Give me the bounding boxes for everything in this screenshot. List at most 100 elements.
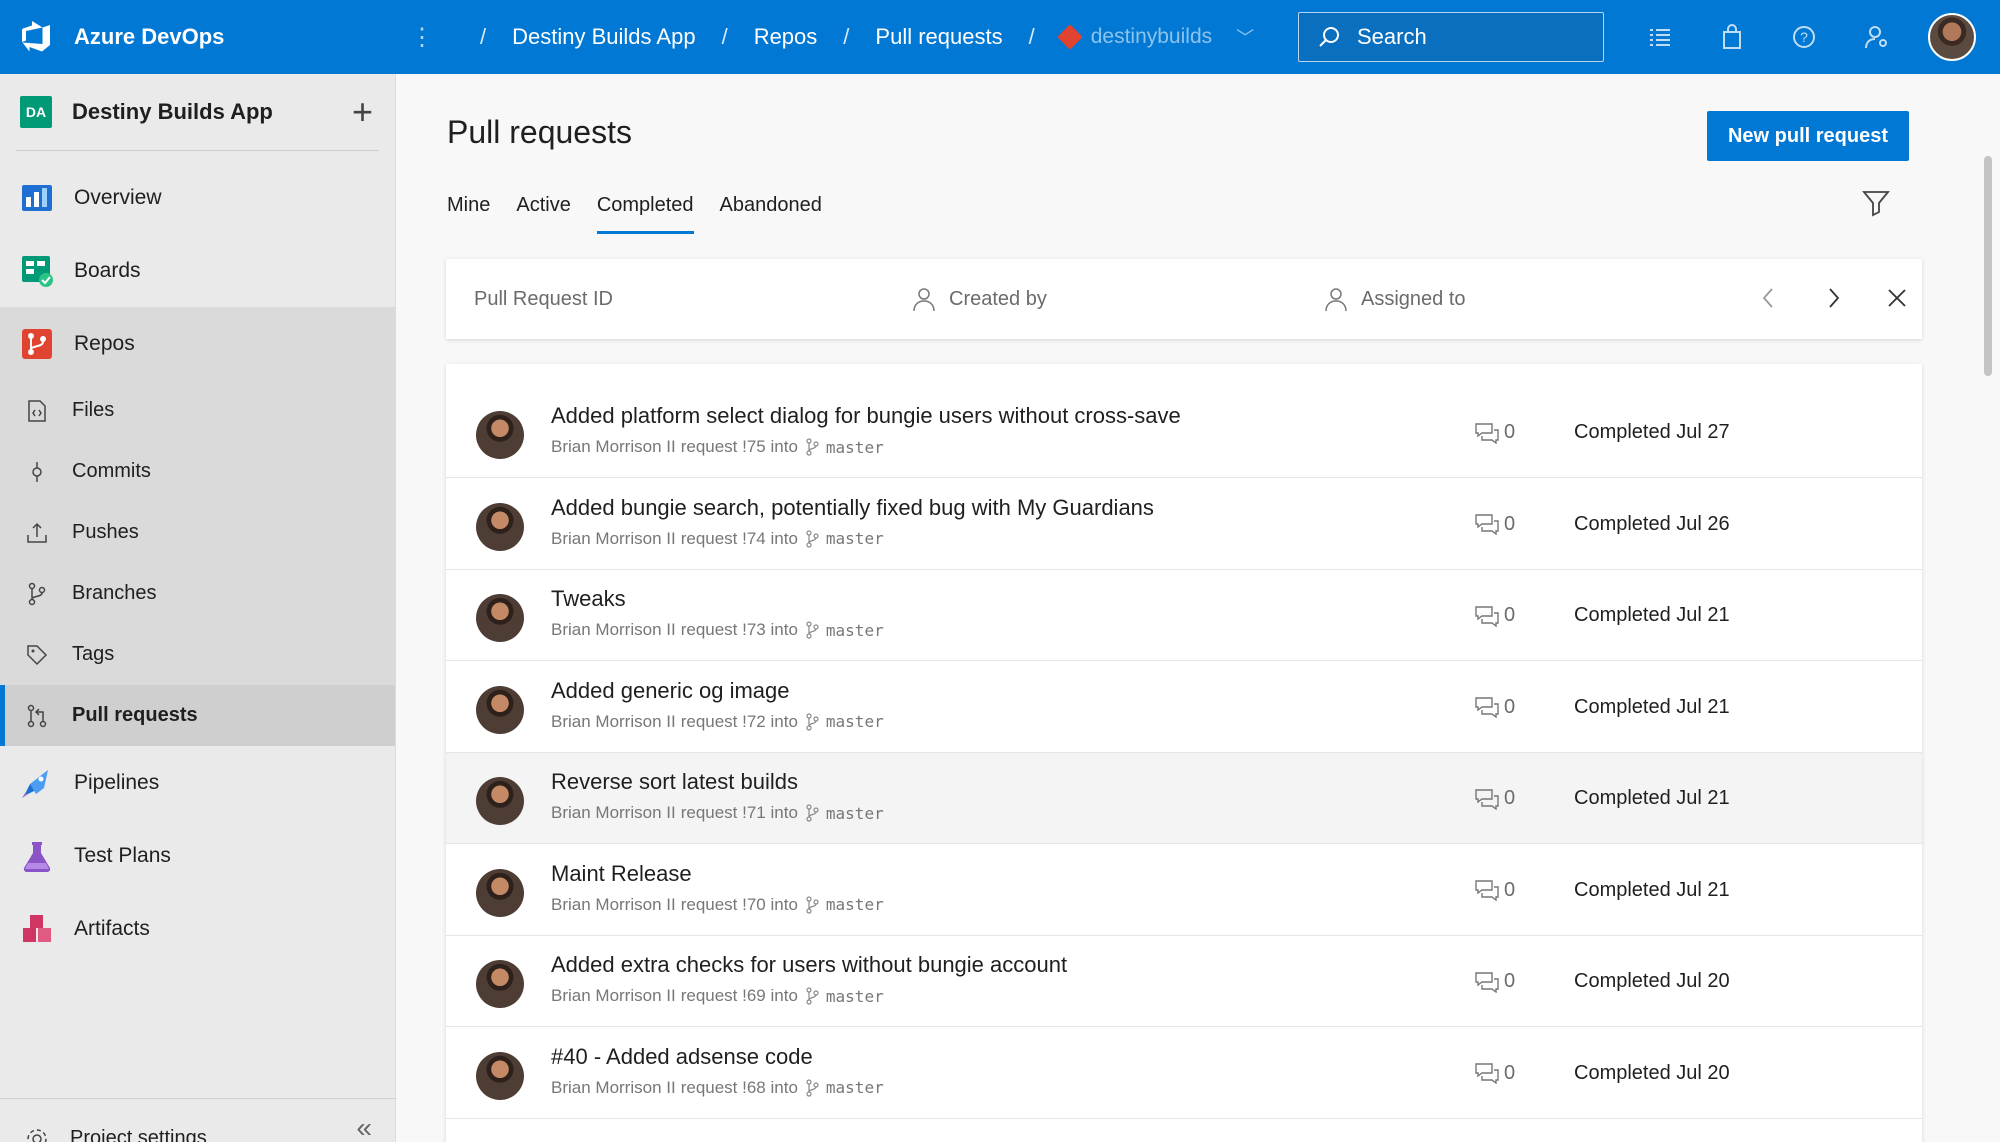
- pull-request-meta: Brian Morrison II request !74 into master: [551, 529, 884, 549]
- marketplace-bag-icon[interactable]: [1717, 22, 1747, 52]
- tab-mine[interactable]: Mine: [447, 186, 490, 234]
- sidebar-item-tags[interactable]: Tags: [0, 624, 395, 685]
- completed-status: Completed Jul 20: [1574, 1061, 1730, 1084]
- tab-active[interactable]: Active: [516, 186, 570, 234]
- target-branch: master: [825, 986, 884, 1006]
- gear-icon: [27, 1129, 47, 1142]
- file-code-icon: [24, 398, 50, 424]
- sidebar-item-pushes[interactable]: Pushes: [0, 502, 395, 563]
- request-number: request !68 into: [680, 1077, 798, 1097]
- pull-request-row[interactable]: Maint Release Brian Morrison II request !7…: [446, 845, 1922, 936]
- sidebar: DA Destiny Builds App + Overview Boards …: [0, 74, 396, 1142]
- breadcrumb-separator: /: [480, 24, 487, 49]
- pull-request-list: Added platform select dialog for bungie …: [446, 364, 1922, 1142]
- sidebar-item-boards[interactable]: Boards: [0, 234, 395, 307]
- new-pull-request-button[interactable]: New pull request: [1707, 111, 1909, 161]
- boards-icon: [20, 254, 54, 288]
- author-name: Brian Morrison II: [551, 620, 676, 639]
- add-icon[interactable]: +: [352, 94, 373, 130]
- filter-icon[interactable]: [1861, 184, 1891, 218]
- task-list-icon[interactable]: [1645, 22, 1675, 52]
- pull-request-row[interactable]: Added bungie search, potentially fixed b…: [446, 479, 1922, 570]
- sidebar-item-overview[interactable]: Overview: [0, 161, 395, 234]
- scrollbar[interactable]: [1984, 156, 1992, 376]
- breadcrumb-separator: /: [1028, 24, 1035, 49]
- branch-icon: [806, 529, 819, 548]
- search-input[interactable]: Search: [1298, 12, 1604, 62]
- pull-request-title[interactable]: Tweaks: [551, 586, 626, 612]
- more-options-icon[interactable]: ⋮: [410, 23, 434, 52]
- comment-count-value: 0: [1504, 604, 1516, 626]
- pull-request-row[interactable]: Reverse sort latest builds Brian Morrison…: [446, 753, 1922, 844]
- tag-icon: [24, 642, 50, 668]
- created-by-filter[interactable]: Created by: [911, 286, 1047, 312]
- branch-icon: [24, 581, 50, 607]
- sidebar-item-pipelines[interactable]: Pipelines: [0, 746, 395, 819]
- collapse-sidebar-icon[interactable]: «: [356, 1112, 372, 1142]
- tab-abandoned[interactable]: Abandoned: [720, 186, 822, 234]
- pipelines-icon: [20, 766, 54, 800]
- author-avatar: [476, 868, 524, 917]
- pull-request-meta: Brian Morrison II request !71 into master: [551, 803, 884, 823]
- sidebar-item-test-plans[interactable]: Test Plans: [0, 819, 395, 892]
- sidebar-item-branches[interactable]: Branches: [0, 563, 395, 624]
- app-brand[interactable]: Azure DevOps: [0, 0, 410, 74]
- comment-count-value: 0: [1504, 421, 1516, 443]
- pull-request-id-filter[interactable]: Pull Request ID: [474, 288, 613, 311]
- sidebar-item-files[interactable]: Files: [0, 380, 395, 441]
- commit-icon: [24, 459, 50, 485]
- pull-request-row[interactable]: Added platform select dialog for bungie …: [446, 387, 1922, 478]
- app-name: Azure DevOps: [74, 24, 225, 49]
- pull-request-title[interactable]: Added bungie search, potentially fixed b…: [551, 495, 1154, 521]
- chevron-right-icon[interactable]: [1816, 281, 1850, 315]
- overview-icon: [20, 181, 54, 215]
- breadcrumb-repos[interactable]: Repos: [754, 24, 818, 50]
- author-avatar: [476, 502, 524, 551]
- pull-request-title[interactable]: Added generic og image: [551, 678, 790, 704]
- close-icon[interactable]: [1880, 281, 1914, 315]
- user-settings-icon[interactable]: [1862, 22, 1892, 52]
- branch-icon: [806, 438, 819, 456]
- pull-request-title[interactable]: Added extra checks for users without bun…: [551, 952, 1067, 978]
- sidebar-item-repos[interactable]: Repos: [0, 307, 395, 380]
- help-icon[interactable]: ?: [1789, 22, 1819, 52]
- branch-icon: [806, 621, 819, 639]
- pull-request-title[interactable]: Reverse sort latest builds: [551, 769, 798, 795]
- completed-status: Completed Jul 26: [1574, 512, 1730, 535]
- sidebar-item-label: Tags: [72, 643, 115, 665]
- pull-request-meta: Brian Morrison II request !75 into master: [551, 437, 884, 457]
- sidebar-item-label: Artifacts: [74, 916, 150, 940]
- chevron-left-icon[interactable]: [1752, 281, 1786, 315]
- tab-completed[interactable]: Completed: [596, 186, 694, 234]
- request-number: request !72 into: [680, 711, 798, 731]
- pull-request-row[interactable]: Tweaks Brian Morrison II request !73 into m…: [446, 570, 1922, 661]
- request-number: request !75 into: [680, 437, 798, 456]
- user-avatar[interactable]: [1928, 13, 1976, 61]
- project-settings[interactable]: Project settings «: [0, 1098, 396, 1142]
- sidebar-item-pull-requests[interactable]: Pull requests: [0, 685, 395, 746]
- comment-count-value: 0: [1504, 878, 1516, 901]
- pull-request-title[interactable]: #40 - Added adsense code: [551, 1044, 813, 1070]
- author-avatar: [476, 1051, 524, 1100]
- pull-request-title[interactable]: Maint Release: [551, 861, 692, 887]
- project-header[interactable]: DA Destiny Builds App +: [0, 74, 395, 150]
- pull-request-row[interactable]: Added extra checks for users without bun…: [446, 936, 1922, 1027]
- comments-icon: [1475, 788, 1499, 810]
- request-number: request !73 into: [680, 620, 798, 639]
- request-number: request !74 into: [680, 528, 798, 548]
- author-name: Brian Morrison II: [551, 894, 676, 914]
- comment-count: 0: [1474, 421, 1515, 444]
- comment-count-value: 0: [1504, 695, 1516, 718]
- assigned-to-filter[interactable]: Assigned to: [1323, 286, 1466, 312]
- repo-selector[interactable]: destinybuilds ﹀: [1056, 24, 1254, 50]
- sidebar-item-commits[interactable]: Commits: [0, 441, 395, 502]
- sidebar-item-label: Commits: [72, 460, 151, 482]
- breadcrumb-pull-requests[interactable]: Pull requests: [875, 24, 1002, 50]
- pull-request-title[interactable]: Added platform select dialog for bungie …: [551, 403, 1181, 429]
- pull-request-row[interactable]: Added generic og image Brian Morrison II r…: [446, 662, 1922, 753]
- pull-request-row[interactable]: #40 - Added adsense code Brian Morrison I…: [446, 1028, 1922, 1119]
- artifacts-icon: [20, 912, 54, 946]
- breadcrumb-project[interactable]: Destiny Builds App: [512, 24, 695, 50]
- sidebar-item-artifacts[interactable]: Artifacts: [0, 892, 395, 965]
- main-content: Pull requests New pull request Mine Acti…: [397, 74, 2000, 1142]
